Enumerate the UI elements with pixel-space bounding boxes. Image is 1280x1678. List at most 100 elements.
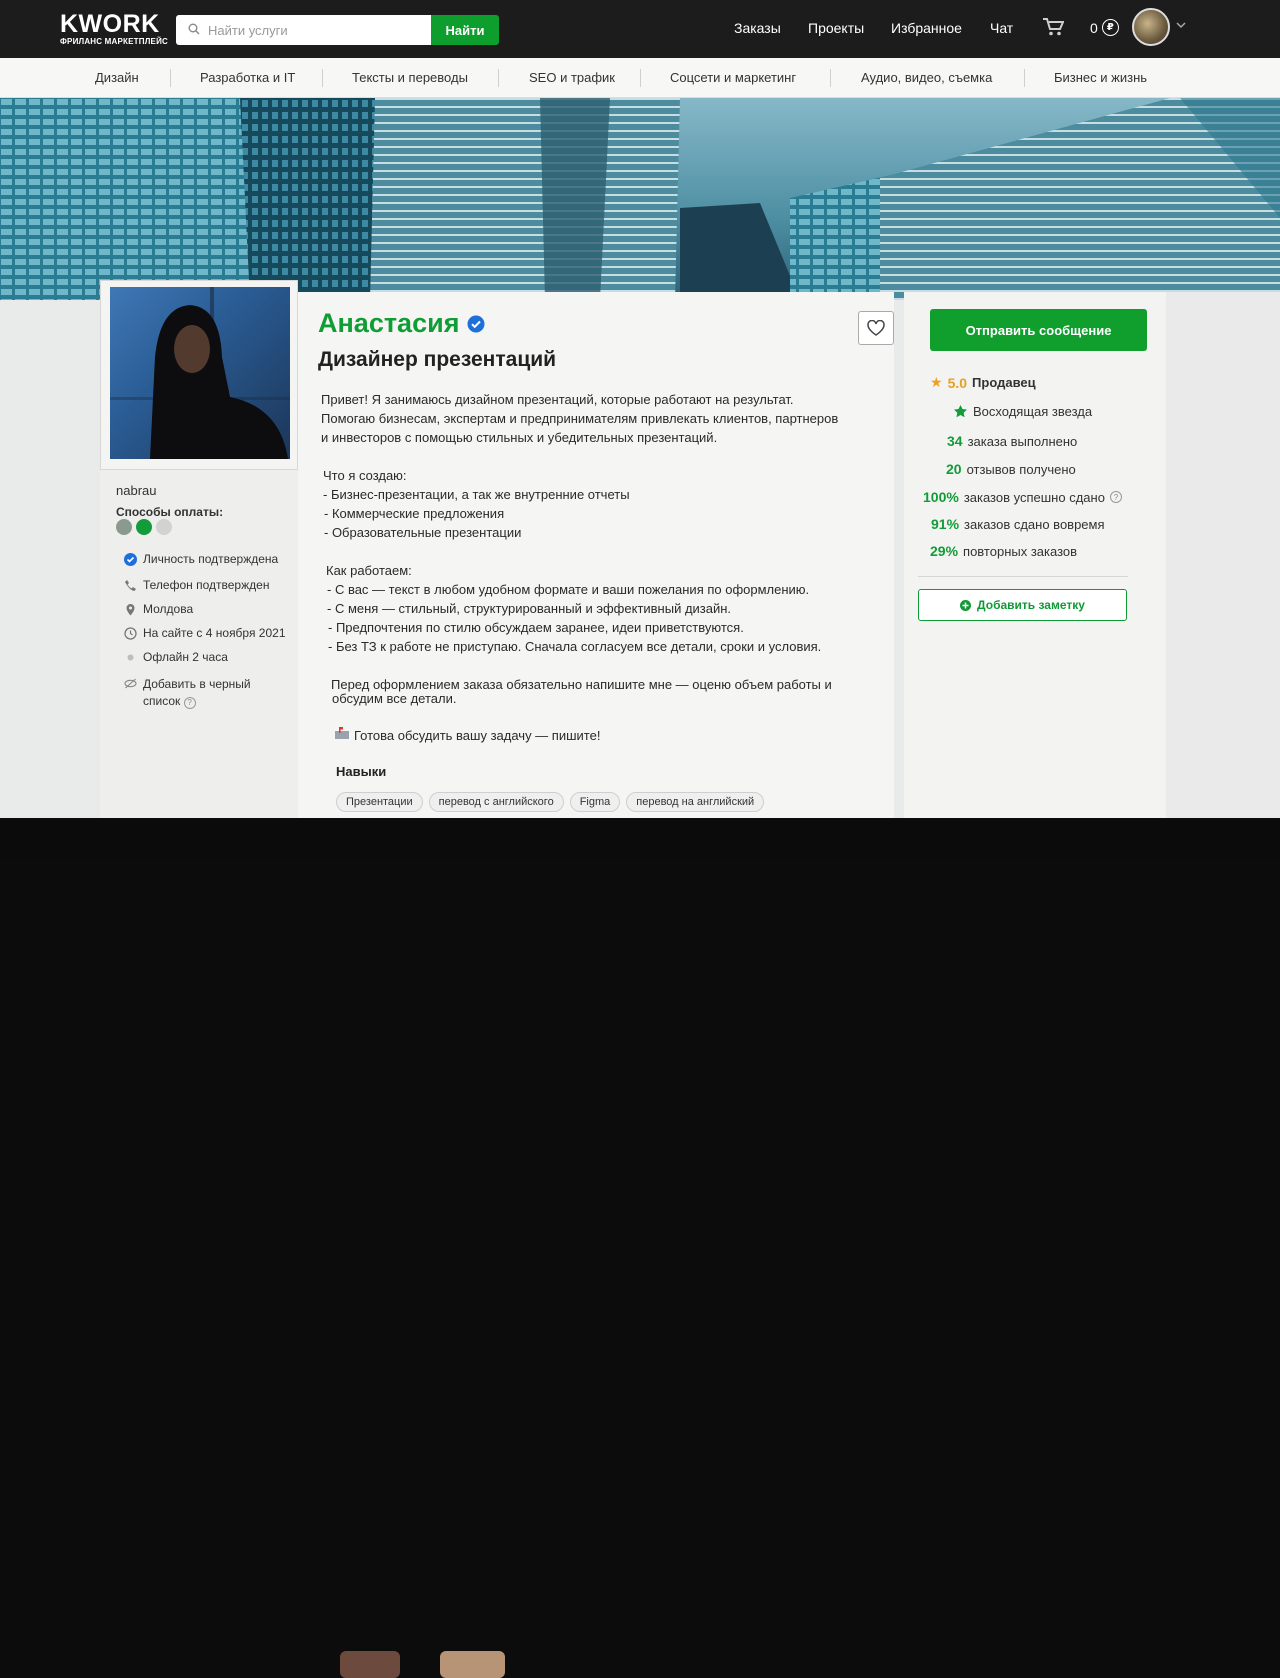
category-business[interactable]: Бизнес и жизнь [1054, 70, 1147, 85]
skills-title: Навыки [336, 764, 387, 779]
ruble-icon: ₽ [1101, 19, 1119, 36]
skill-tag[interactable]: Figma [569, 792, 621, 812]
blacklist-text-1: Добавить в черный [143, 677, 251, 691]
add-note-label: Добавить заметку [977, 598, 1085, 612]
add-note-button[interactable]: Добавить заметку [918, 589, 1127, 621]
divider [918, 576, 1128, 577]
stat-row: 100% заказов успешно сдано ? [923, 489, 1122, 505]
stat-value: 34 [947, 433, 963, 449]
category-seo[interactable]: SEO и трафик [529, 70, 615, 85]
desk-object [340, 1651, 400, 1678]
category-media[interactable]: Аудио, видео, съемка [861, 70, 992, 85]
clock-icon [124, 627, 137, 640]
blacklist-row[interactable]: Добавить в черный список ? [124, 676, 251, 710]
username: nabrau [116, 483, 157, 498]
rising-star-icon [954, 405, 967, 418]
category-divider [640, 69, 641, 87]
category-divider [498, 69, 499, 87]
profile-photo [110, 287, 290, 459]
phone-verified-text: Телефон подтвержден [143, 578, 270, 592]
profession-title: Дизайнер презентаций [318, 348, 557, 371]
identity-verified-row: Личность подтверждена [124, 552, 278, 566]
balance-value: 0 [1090, 19, 1098, 36]
favorite-button[interactable] [858, 311, 894, 345]
category-divider [170, 69, 171, 87]
category-bar: Дизайн Разработка и IT Тексты и переводы… [0, 58, 1280, 98]
kwork-logo[interactable]: KWORK ФРИЛАНС МАРКЕТПЛЕЙС [60, 10, 168, 47]
stat-label: заказов сдано вовремя [964, 516, 1105, 532]
search-icon [188, 23, 200, 35]
payment-transfer-icon [116, 519, 132, 535]
category-development[interactable]: Разработка и IT [200, 70, 295, 85]
chevron-down-icon[interactable] [1176, 20, 1186, 30]
phone-verified-row: Телефон подтвержден [124, 578, 269, 592]
category-divider [322, 69, 323, 87]
cover-buildings [0, 98, 1280, 300]
about-line: Привет! Я занимаюсь дизайном презентаций… [321, 392, 794, 407]
category-social[interactable]: Соцсети и маркетинг [670, 70, 796, 85]
category-texts[interactable]: Тексты и переводы [352, 70, 468, 85]
about-line: - Предпочтения по стилю обсуждаем заране… [328, 620, 744, 635]
skill-tag[interactable]: перевод с английского [428, 792, 564, 812]
stat-label: отзывов получено [966, 461, 1076, 477]
about-line: - Образовательные презентации [324, 525, 522, 540]
screen: KWORK ФРИЛАНС МАРКЕТПЛЕЙС Найти Заказы П… [0, 0, 1280, 818]
member-since-row: На сайте с 4 ноября 2021 [124, 626, 286, 640]
status-dot-icon [127, 654, 134, 661]
payment-methods [116, 519, 172, 535]
help-icon[interactable]: ? [183, 696, 196, 709]
about-closing-line: Готова обсудить вашу задачу — пишите! [334, 726, 600, 745]
seller-role: Продавец [972, 375, 1036, 390]
star-icon: ★ [930, 374, 943, 390]
rating-row: ★ 5.0 Продавец [930, 374, 1036, 391]
rating-value: 5.0 [947, 374, 968, 391]
balance[interactable]: 0 ₽ [1090, 19, 1119, 36]
payment-wallet-icon [156, 519, 172, 535]
cart-icon[interactable] [1042, 17, 1064, 37]
nav-orders[interactable]: Заказы [734, 20, 781, 36]
category-design[interactable]: Дизайн [95, 70, 139, 85]
about-line: Помогаю бизнесам, экспертам и предприним… [321, 411, 839, 426]
top-bar: KWORK ФРИЛАНС МАРКЕТПЛЕЙС Найти Заказы П… [0, 0, 1280, 58]
about-line: и инвесторов с помощью стильных и убедит… [321, 430, 718, 445]
online-status-text: Офлайн 2 часа [143, 650, 228, 664]
name-line: Анастасия [318, 308, 485, 339]
eye-slash-icon [124, 678, 137, 689]
stat-row: 91% заказов сдано вовремя [931, 516, 1105, 532]
skill-tag[interactable]: перевод на английский [626, 792, 765, 812]
stat-row: 20 отзывов получено [946, 461, 1076, 477]
member-since-text: На сайте с 4 ноября 2021 [143, 626, 286, 640]
search-button[interactable]: Найти [431, 15, 499, 45]
about-line: - Без ТЗ к работе не приступаю. Сначала … [328, 639, 822, 654]
about-line: обсудим все детали. [332, 691, 457, 706]
check-badge-icon [124, 553, 137, 566]
badge-text: Восходящая звезда [973, 404, 1093, 419]
stat-value: 20 [946, 461, 962, 477]
stat-label: повторных заказов [963, 543, 1078, 559]
logo-text: KWORK [60, 10, 160, 38]
stat-value: 91% [931, 516, 960, 532]
page-background [1166, 292, 1280, 818]
skills-list: Презентации перевод с английского Figma … [336, 792, 765, 812]
stat-value: 100% [923, 489, 959, 505]
verified-icon [467, 315, 485, 332]
blacklist-link[interactable]: Добавить в черный список ? [143, 676, 251, 710]
about-closing-text: Готова обсудить вашу задачу — пишите! [354, 728, 601, 743]
identity-verified-text: Личность подтверждена [143, 552, 279, 566]
nav-chat[interactable]: Чат [990, 20, 1013, 36]
stat-label: заказов успешно сдано [963, 489, 1105, 505]
nav-favorites[interactable]: Избранное [891, 20, 962, 36]
stat-row: 29% повторных заказов [930, 543, 1077, 559]
help-icon[interactable]: ? [1109, 491, 1122, 503]
about-line: - Коммерческие предложения [324, 506, 505, 521]
send-message-button[interactable]: Отправить сообщение [930, 309, 1147, 351]
skill-tag[interactable]: Презентации [336, 792, 423, 812]
user-avatar[interactable] [1132, 8, 1170, 46]
nav-projects[interactable]: Проекты [808, 20, 864, 36]
monitor-bezel [0, 818, 1280, 1678]
seller-name: Анастасия [318, 308, 460, 338]
location-text: Молдова [143, 602, 194, 616]
stat-row: 34 заказа выполнено [947, 433, 1077, 449]
search-input[interactable] [208, 15, 428, 45]
about-line: - С меня — стильный, структурированный и… [327, 601, 732, 616]
